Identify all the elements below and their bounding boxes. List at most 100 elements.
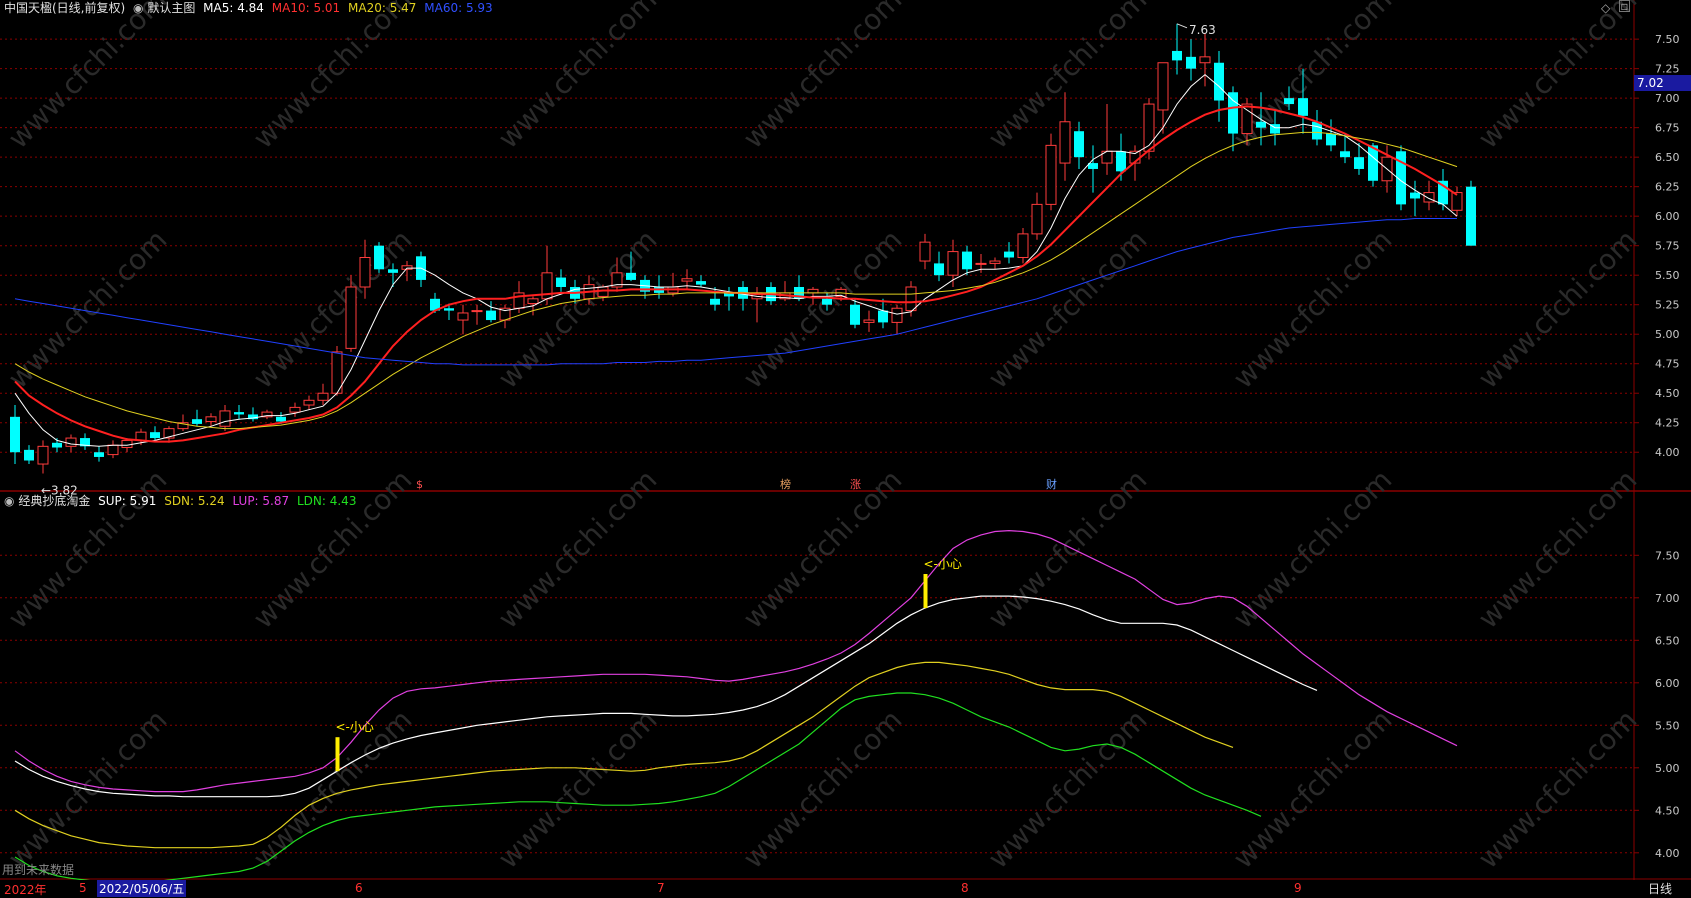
main-y-tick-label: 7.25 (1655, 63, 1680, 76)
candle-body-down (1298, 98, 1308, 116)
indicator-name[interactable]: 经典抄底淘金 (18, 494, 90, 508)
lup-value: LUP: 5.87 (232, 494, 290, 508)
period-tab[interactable]: 日线 (1648, 880, 1672, 897)
ma20-value: MA20: 5.47 (348, 1, 417, 15)
main-y-tick-label: 5.25 (1655, 299, 1680, 312)
main-header: 中国天楹(日线,前复权) ◉ 默认主图 MA5: 4.84 MA10: 5.01… (4, 1, 493, 15)
candle-body-down (1186, 56, 1196, 69)
main-y-tick-label: 6.50 (1655, 151, 1680, 164)
indicator-y-tick-label: 6.00 (1655, 677, 1680, 690)
candle-body-up (863, 319, 875, 323)
indicator-y-tick-label: 5.00 (1655, 762, 1680, 775)
axis-cursor-date: 2022/05/06/五 (97, 880, 187, 897)
axis-month-8: 8 (961, 881, 969, 895)
candle-body-down (822, 298, 832, 305)
indicator-y-tick-label: 5.50 (1655, 719, 1680, 732)
axis-month-7: 7 (657, 881, 665, 895)
candle (1045, 133, 1057, 211)
candle-body-down (1284, 98, 1294, 105)
main-y-tick-label: 6.75 (1655, 122, 1680, 135)
candle-body-down (52, 442, 62, 448)
candle-body-up (121, 439, 133, 449)
ma5-value: MA5: 4.84 (203, 1, 264, 15)
candle-body-down (388, 269, 398, 273)
candle-body-down (556, 277, 566, 287)
candle-body-down (710, 298, 720, 305)
axis-month-9: 9 (1294, 881, 1302, 895)
candle-body-down (696, 281, 706, 285)
main-y-tick-label: 4.00 (1655, 446, 1680, 459)
candle-body-up (947, 251, 959, 276)
candle-body-up (807, 288, 819, 294)
candle (1466, 180, 1476, 246)
axis-year: 2022年 (4, 883, 47, 897)
candle-body-down (1172, 50, 1182, 61)
candle-body-up (1045, 144, 1057, 205)
main-y-tick-label: 7.50 (1655, 33, 1680, 46)
candle-body-down (486, 310, 496, 321)
candle-body-down (1228, 92, 1238, 134)
candle-body-down (878, 310, 888, 323)
main-y-tick-label: 4.50 (1655, 387, 1680, 400)
candle (374, 242, 384, 273)
candle-body-up (205, 416, 217, 423)
candle-body-down (1074, 131, 1084, 158)
signal-bar (923, 574, 928, 608)
ldn-value: LDN: 4.43 (296, 494, 357, 508)
main-y-tick-label: 6.25 (1655, 181, 1680, 194)
candle-body-down (10, 416, 20, 453)
indicator-y-tick-label: 4.00 (1655, 847, 1680, 860)
main-y-tick-label: 5.75 (1655, 240, 1680, 253)
event-mark: 榜 (780, 477, 791, 491)
main-y-tick-label: 5.00 (1655, 328, 1680, 341)
candle-body-down (1354, 157, 1364, 169)
last-price-tag: 7.02 (1634, 75, 1691, 91)
chart-stage: www.cfchi.com www.cfchi.com www.cfchi.com w… (0, 0, 1691, 896)
axis-month-5: 5 (79, 881, 87, 895)
indicator-y-tick-label: 6.50 (1655, 634, 1680, 647)
candle-body-down (1312, 121, 1322, 140)
candle-body-up (1241, 103, 1253, 135)
candle-body-up (1143, 103, 1155, 152)
candle-body-up (1059, 121, 1071, 164)
indicator-y-tick-label: 7.00 (1655, 592, 1680, 605)
high-price-label: 7.63 (1189, 23, 1216, 37)
candle-body-up (1451, 192, 1463, 211)
candle-body-down (1410, 192, 1420, 199)
candle-body-up (359, 256, 371, 288)
stock-title[interactable]: 中国天楹(日线,前复权) (4, 1, 125, 15)
candle-body-down (276, 416, 286, 422)
signal-label: <-小心 (924, 557, 962, 571)
candle-body-down (850, 304, 860, 325)
candle-body-up (471, 310, 483, 313)
sdn-value: SDN: 5.24 (164, 494, 225, 508)
main-y-tick-label: 5.50 (1655, 269, 1680, 282)
candle-body-down (192, 419, 202, 424)
candle-body-down (1004, 251, 1014, 258)
candle-body-down (150, 432, 160, 439)
candle-body-up (317, 392, 329, 401)
candle-body-up (219, 410, 231, 427)
candle-body-up (891, 307, 903, 323)
candle-body-up (989, 260, 1001, 264)
window-restore-icon[interactable]: ▫ (1619, 0, 1630, 12)
signal-bar (335, 737, 340, 772)
candle-body-up (289, 406, 301, 413)
candle-body-up (919, 241, 931, 262)
candle-body-down (374, 245, 384, 270)
main-y-tick-label: 7.00 (1655, 92, 1680, 105)
axis-month-6: 6 (355, 881, 363, 895)
gear-icon[interactable]: ◉ (4, 494, 14, 508)
candle-body-down (1116, 151, 1126, 172)
candle-body-up (65, 437, 77, 447)
template-label[interactable]: 默认主图 (147, 1, 195, 15)
signal-label: <-小心 (336, 720, 374, 734)
event-mark: 财 (1046, 477, 1057, 491)
candle-body-down (626, 272, 636, 280)
candle-body-up (1199, 56, 1211, 64)
candle-body-up (905, 286, 917, 312)
gear-icon[interactable]: ◉ (133, 1, 143, 15)
diamond-icon[interactable]: ◇ (1601, 1, 1610, 15)
candle-body-down (1214, 62, 1224, 101)
candle-body-up (107, 444, 119, 456)
